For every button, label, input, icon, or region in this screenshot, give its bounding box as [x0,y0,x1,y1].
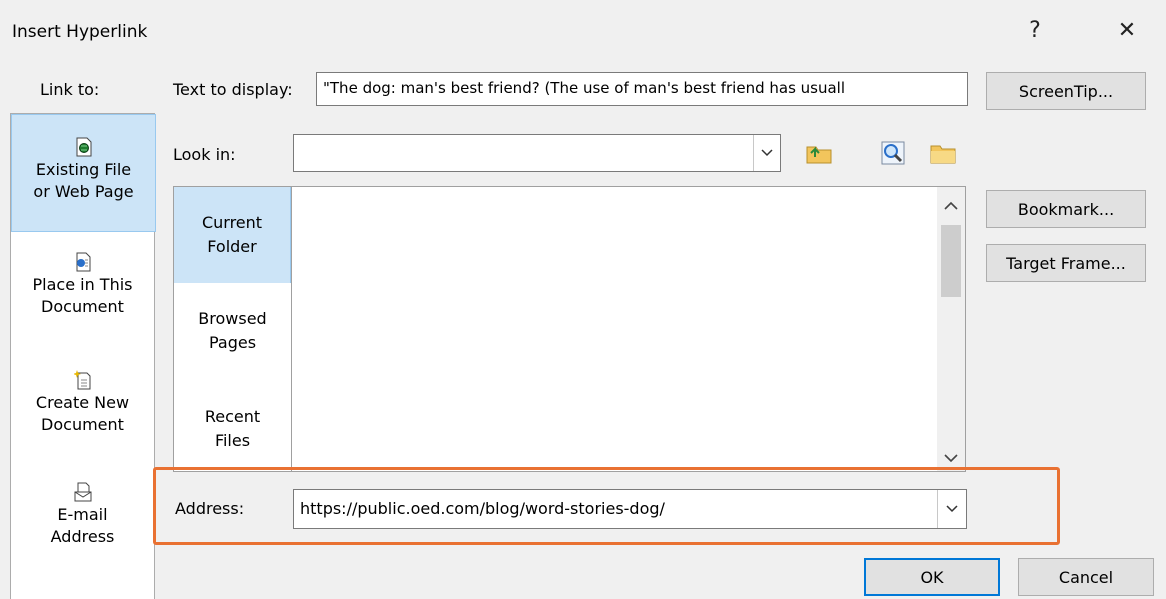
scroll-thumb[interactable] [941,225,961,297]
look-in-select[interactable] [293,134,781,172]
browse-web-icon[interactable] [876,137,910,169]
close-button[interactable]: ✕ [1104,12,1150,48]
text-to-display-label: Text to display: [173,80,293,99]
place-in-document-label-2: Document [41,297,124,316]
place-recent-files[interactable]: Recent Files [174,379,291,471]
place-in-document-icon [11,252,154,274]
scroll-down-arrow-icon[interactable] [944,448,958,467]
ok-button[interactable]: OK [864,558,1000,596]
email-label-1: E-mail [57,505,108,524]
scroll-up-arrow-icon[interactable] [944,195,958,214]
email-icon [11,482,154,504]
help-button[interactable]: ? [1012,12,1058,48]
places-bar: Current Folder Browsed Pages Recent File… [173,186,292,472]
place-current-folder[interactable]: Current Folder [174,187,291,283]
place-browsed-pages[interactable]: Browsed Pages [174,283,291,379]
link-to-sidebar: Existing File or Web Page Place in This … [10,113,156,599]
link-to-label: Link to: [40,80,100,99]
browsed-pages-label-1: Browsed [198,309,267,328]
dialog-title: Insert Hyperlink [12,22,148,42]
link-to-email-address[interactable]: E-mail Address [11,482,154,582]
place-in-document-label-1: Place in This [32,275,133,294]
target-frame-button[interactable]: Target Frame... [986,244,1146,282]
current-folder-label-2: Folder [207,237,257,256]
existing-file-label-1: Existing File [35,160,132,179]
link-to-existing-file[interactable]: Existing File or Web Page [11,114,156,232]
create-new-label-2: Document [41,415,124,434]
file-list[interactable] [292,186,966,472]
create-new-label-1: Create New [35,393,130,412]
cancel-button[interactable]: Cancel [1018,558,1154,596]
existing-file-label-2: or Web Page [33,182,134,201]
recent-files-label-1: Recent [204,407,261,426]
link-to-place-in-document[interactable]: Place in This Document [11,252,154,352]
chevron-down-icon [761,149,773,157]
browse-file-icon[interactable] [926,137,960,169]
bookmark-button[interactable]: Bookmark... [986,190,1146,228]
look-in-dropdown-button[interactable] [753,135,780,171]
link-to-create-new-document[interactable]: Create New Document [11,370,154,470]
screentip-button[interactable]: ScreenTip... [986,72,1146,110]
recent-files-label-2: Files [214,431,251,450]
address-highlight-box [153,467,1060,545]
file-list-scrollbar[interactable] [937,187,965,471]
existing-file-globe-icon [12,137,155,159]
browsed-pages-label-2: Pages [208,333,257,352]
up-folder-icon[interactable] [802,137,836,169]
text-to-display-input[interactable]: "The dog: man's best friend? (The use of… [316,72,968,106]
look-in-label: Look in: [173,145,236,164]
email-label-2: Address [50,527,115,546]
new-document-icon [11,370,154,392]
current-folder-label-1: Current [201,213,263,232]
